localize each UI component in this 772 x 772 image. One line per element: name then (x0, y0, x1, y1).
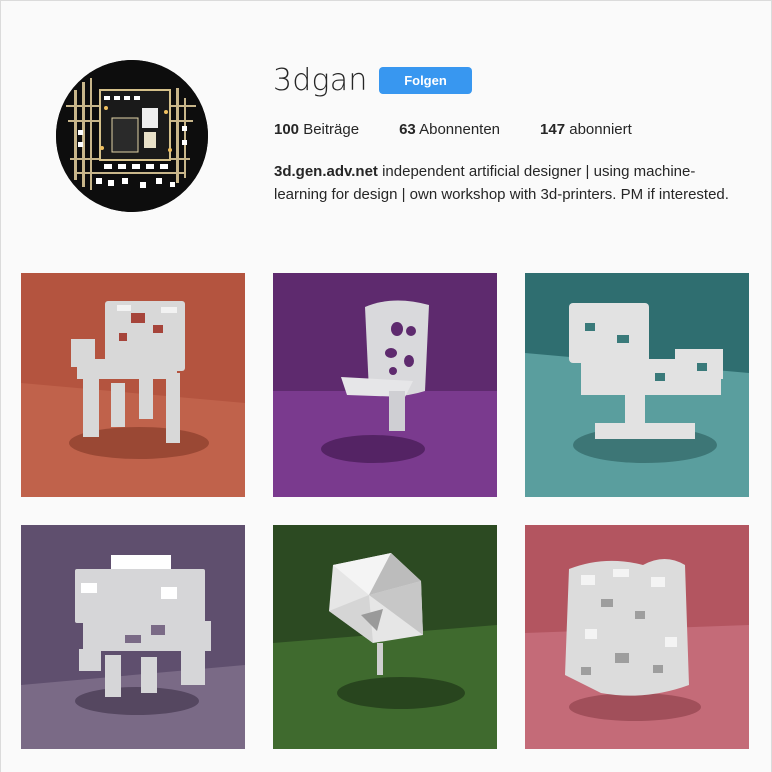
post-tile[interactable] (21, 525, 245, 749)
low-poly-object-image (273, 525, 497, 749)
voxel-block-image (525, 525, 749, 749)
stat-posts-label: Beiträge (303, 121, 360, 138)
follow-button[interactable]: Folgen (379, 67, 472, 94)
stat-following[interactable]: 147 abonniert (540, 121, 632, 139)
stat-followers-label: Abonnenten (419, 121, 501, 138)
block-chair-image (21, 525, 245, 749)
stat-posts: 100 Beiträge (274, 121, 359, 139)
stat-posts-count: 100 (274, 121, 300, 138)
post-tile[interactable] (525, 273, 749, 497)
stat-following-count: 147 (540, 121, 566, 138)
profile-stats: 100 Beiträge 63 Abonnenten 147 abonniert (274, 121, 672, 139)
circuit-board-avatar-icon (56, 60, 208, 212)
smooth-chair-image (273, 273, 497, 497)
stat-followers[interactable]: 63 Abonnenten (399, 121, 500, 139)
stat-followers-count: 63 (399, 121, 416, 138)
post-tile[interactable] (273, 525, 497, 749)
posts-grid (21, 273, 749, 749)
stat-following-label: abonniert (569, 121, 632, 138)
voxel-chair-image (21, 273, 245, 497)
post-tile[interactable] (273, 273, 497, 497)
profile-avatar[interactable] (56, 60, 208, 212)
post-tile[interactable] (525, 525, 749, 749)
profile-username: 3dgan (273, 63, 368, 98)
post-tile[interactable] (21, 273, 245, 497)
bio-link[interactable]: 3d.gen.adv.net (274, 163, 378, 180)
voxel-armchair-image (525, 273, 749, 497)
profile-bio: 3d.gen.adv.net independent artificial de… (274, 160, 734, 206)
